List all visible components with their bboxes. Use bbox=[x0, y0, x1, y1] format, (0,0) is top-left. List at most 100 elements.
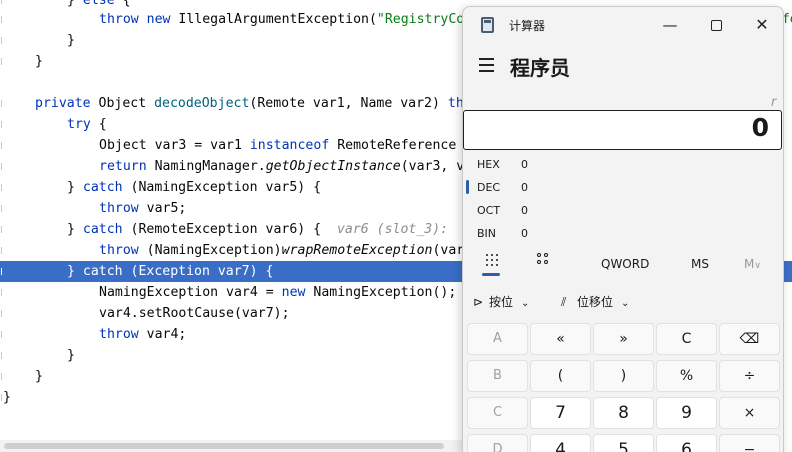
key-c-button[interactable]: C bbox=[467, 397, 528, 429]
radix-dec[interactable]: DEC 0 bbox=[463, 176, 553, 199]
code-token: var4; bbox=[146, 327, 187, 342]
key-backspace-button[interactable]: ⌫ bbox=[719, 323, 780, 355]
code-token: } bbox=[67, 264, 83, 279]
memory-menu-label: M bbox=[744, 257, 755, 271]
code-token: else bbox=[82, 0, 115, 8]
gutter-mark bbox=[1, 205, 3, 212]
key-b-button[interactable]: B bbox=[467, 360, 528, 392]
key-lparen-button[interactable]: ( bbox=[530, 360, 591, 392]
gutter-mark bbox=[1, 247, 3, 254]
calculator-window[interactable]: 计算器 — ✕ 程序员 r 0 HEX 0 DEC 0 OCT 0 BIN 0 QWORD M… bbox=[462, 6, 784, 452]
radix-bin[interactable]: BIN 0 bbox=[463, 222, 553, 245]
code-text: throw var4; bbox=[99, 324, 186, 345]
gutter-mark bbox=[1, 0, 3, 4]
radix-hex[interactable]: HEX 0 bbox=[463, 153, 553, 176]
bit-shift-icon: ⫽ bbox=[561, 295, 567, 309]
key-9-button[interactable]: 9 bbox=[656, 397, 717, 429]
code-token: throw new bbox=[99, 12, 179, 27]
memory-menu-button[interactable]: M∨ bbox=[744, 257, 761, 271]
gutter-mark bbox=[1, 184, 3, 191]
code-text: } bbox=[3, 387, 11, 408]
key-multiply-button[interactable]: × bbox=[719, 397, 780, 429]
key-minus-button[interactable]: − bbox=[719, 434, 780, 452]
code-text: } catch (Exception var7) { bbox=[67, 261, 273, 282]
code-token: } bbox=[67, 33, 75, 48]
radix-oct[interactable]: OCT 0 bbox=[463, 199, 553, 222]
code-token: new bbox=[281, 285, 314, 300]
chevron-down-icon: ⌄ bbox=[521, 298, 530, 309]
code-token: IllegalArgumentException( bbox=[178, 12, 377, 27]
code-token: } bbox=[3, 390, 11, 405]
key-rparen-button[interactable]: ) bbox=[593, 360, 654, 392]
code-token: throw bbox=[99, 243, 147, 258]
key-8-button[interactable]: 8 bbox=[593, 397, 654, 429]
code-token: NamingException(); bbox=[313, 285, 457, 300]
code-token: Object bbox=[98, 96, 155, 111]
code-token: Object var3 = var1 bbox=[99, 138, 250, 153]
bitwise-dropdown[interactable]: ⊳ 按位 ⌄ bbox=[473, 293, 529, 313]
inline-debug-hint: var6 (slot_3): bbox=[336, 222, 457, 237]
maximize-button[interactable] bbox=[693, 7, 739, 43]
key-percent-button[interactable]: % bbox=[656, 360, 717, 392]
gutter-mark bbox=[1, 163, 3, 170]
minimize-button[interactable]: — bbox=[647, 7, 693, 43]
code-text: } bbox=[67, 30, 75, 51]
key-6-button[interactable]: 6 bbox=[656, 434, 717, 452]
memory-store-button[interactable]: MS bbox=[691, 257, 709, 271]
code-text: } bbox=[35, 366, 43, 387]
code-token: wrapRemoteException bbox=[281, 243, 433, 258]
key-4-button[interactable]: 4 bbox=[530, 434, 591, 452]
mode-title: 程序员 bbox=[510, 56, 570, 80]
navigation-menu-button[interactable] bbox=[477, 53, 497, 75]
key-a-button[interactable]: A bbox=[467, 323, 528, 355]
title-bar[interactable]: 计算器 — ✕ bbox=[463, 7, 783, 43]
gutter-mark bbox=[1, 268, 3, 275]
gutter-mark bbox=[1, 289, 3, 296]
radix-value: 0 bbox=[521, 181, 528, 194]
code-text: } bbox=[35, 51, 43, 72]
code-text: try { bbox=[67, 114, 107, 135]
code-token: decodeObject bbox=[154, 96, 250, 111]
code-token: catch bbox=[82, 264, 131, 279]
code-token: throw bbox=[99, 201, 147, 216]
code-token: try bbox=[67, 117, 99, 132]
bitshift-dropdown[interactable]: ⫽ 位移位 ⌄ bbox=[561, 293, 629, 313]
code-text: throw var5; bbox=[99, 198, 186, 219]
key-7-button[interactable]: 7 bbox=[530, 397, 591, 429]
code-token: (RemoteException var6) { bbox=[130, 222, 337, 237]
close-button[interactable]: ✕ bbox=[739, 7, 783, 43]
radix-name: OCT bbox=[477, 204, 501, 217]
gutter-mark bbox=[1, 352, 3, 359]
logic-gate-icon: ⊳ bbox=[473, 295, 484, 309]
code-token: var4.setRootCause(var7); bbox=[99, 306, 290, 321]
word-size-button[interactable]: QWORD bbox=[601, 257, 649, 271]
bitwise-label: 按位 bbox=[489, 295, 514, 309]
scrollbar-thumb[interactable] bbox=[4, 443, 444, 449]
chevron-down-icon: ⌄ bbox=[621, 298, 630, 309]
code-text: var4.setRootCause(var7); bbox=[99, 303, 290, 324]
horizontal-scrollbar[interactable] bbox=[0, 440, 470, 452]
key-rshift-button[interactable]: » bbox=[593, 323, 654, 355]
code-token: { bbox=[114, 0, 131, 8]
code-token: (NamingException var5) { bbox=[130, 180, 322, 195]
key-c-button[interactable]: C bbox=[656, 323, 717, 355]
key-5-button[interactable]: 5 bbox=[593, 434, 654, 452]
code-token: } bbox=[35, 54, 43, 69]
code-token: } bbox=[67, 0, 83, 8]
keypad-selected-indicator bbox=[482, 273, 500, 276]
calculator-app-icon bbox=[481, 17, 494, 33]
radix-value: 0 bbox=[521, 158, 528, 171]
key-lshift-button[interactable]: « bbox=[530, 323, 591, 355]
window-title: 计算器 bbox=[509, 19, 546, 33]
full-keypad-icon[interactable] bbox=[485, 253, 499, 267]
radix-name: DEC bbox=[477, 181, 501, 194]
gutter-mark bbox=[1, 142, 3, 149]
key-d-button[interactable]: D bbox=[467, 434, 528, 452]
code-token: } bbox=[67, 180, 83, 195]
bit-toggle-keypad-icon[interactable] bbox=[537, 253, 551, 267]
code-token: (NamingException) bbox=[146, 243, 282, 258]
code-text: } catch (RemoteException var6) { var6 (s… bbox=[67, 219, 456, 240]
code-token: } bbox=[35, 369, 43, 384]
key-divide-button[interactable]: ÷ bbox=[719, 360, 780, 392]
maximize-icon bbox=[710, 20, 722, 31]
